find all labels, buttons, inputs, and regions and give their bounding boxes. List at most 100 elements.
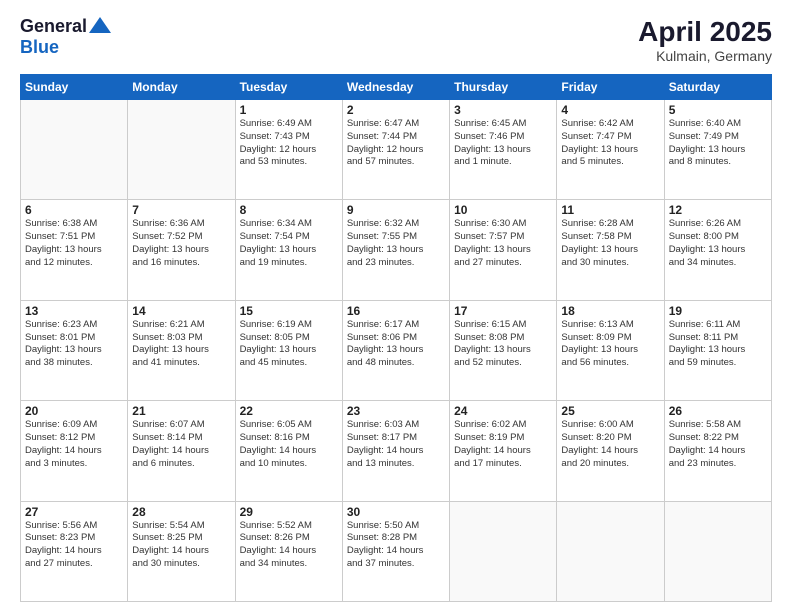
day-number: 24 — [454, 404, 552, 418]
day-detail: Sunrise: 5:58 AMSunset: 8:22 PMDaylight:… — [669, 419, 767, 470]
page: General Blue April 2025 Kulmain, Germany… — [0, 0, 792, 612]
logo: General Blue — [20, 16, 111, 58]
day-detail: Sunrise: 6:32 AMSunset: 7:55 PMDaylight:… — [347, 218, 445, 269]
day-detail: Sunrise: 6:23 AMSunset: 8:01 PMDaylight:… — [25, 319, 123, 370]
day-number: 12 — [669, 203, 767, 217]
calendar-cell: 1Sunrise: 6:49 AMSunset: 7:43 PMDaylight… — [235, 100, 342, 200]
day-number: 15 — [240, 304, 338, 318]
day-number: 28 — [132, 505, 230, 519]
day-number: 4 — [561, 103, 659, 117]
calendar-cell: 16Sunrise: 6:17 AMSunset: 8:06 PMDayligh… — [342, 300, 449, 400]
calendar-header-row: SundayMondayTuesdayWednesdayThursdayFrid… — [21, 75, 772, 100]
logo-text: General — [20, 16, 111, 37]
calendar-cell: 25Sunrise: 6:00 AMSunset: 8:20 PMDayligh… — [557, 401, 664, 501]
calendar-cell: 3Sunrise: 6:45 AMSunset: 7:46 PMDaylight… — [450, 100, 557, 200]
day-detail: Sunrise: 6:49 AMSunset: 7:43 PMDaylight:… — [240, 118, 338, 169]
day-detail: Sunrise: 6:00 AMSunset: 8:20 PMDaylight:… — [561, 419, 659, 470]
day-detail: Sunrise: 6:30 AMSunset: 7:57 PMDaylight:… — [454, 218, 552, 269]
day-number: 26 — [669, 404, 767, 418]
calendar-row-0: 1Sunrise: 6:49 AMSunset: 7:43 PMDaylight… — [21, 100, 772, 200]
calendar-cell — [664, 501, 771, 601]
calendar-cell — [557, 501, 664, 601]
day-detail: Sunrise: 6:15 AMSunset: 8:08 PMDaylight:… — [454, 319, 552, 370]
day-detail: Sunrise: 6:07 AMSunset: 8:14 PMDaylight:… — [132, 419, 230, 470]
calendar-cell: 22Sunrise: 6:05 AMSunset: 8:16 PMDayligh… — [235, 401, 342, 501]
calendar-cell — [21, 100, 128, 200]
title-location: Kulmain, Germany — [638, 48, 772, 64]
day-detail: Sunrise: 6:45 AMSunset: 7:46 PMDaylight:… — [454, 118, 552, 169]
calendar-cell — [450, 501, 557, 601]
day-detail: Sunrise: 6:11 AMSunset: 8:11 PMDaylight:… — [669, 319, 767, 370]
day-detail: Sunrise: 5:56 AMSunset: 8:23 PMDaylight:… — [25, 520, 123, 571]
day-number: 18 — [561, 304, 659, 318]
day-number: 20 — [25, 404, 123, 418]
calendar-cell: 10Sunrise: 6:30 AMSunset: 7:57 PMDayligh… — [450, 200, 557, 300]
day-detail: Sunrise: 6:03 AMSunset: 8:17 PMDaylight:… — [347, 419, 445, 470]
day-number: 13 — [25, 304, 123, 318]
calendar-row-2: 13Sunrise: 6:23 AMSunset: 8:01 PMDayligh… — [21, 300, 772, 400]
calendar-cell: 9Sunrise: 6:32 AMSunset: 7:55 PMDaylight… — [342, 200, 449, 300]
calendar-cell: 23Sunrise: 6:03 AMSunset: 8:17 PMDayligh… — [342, 401, 449, 501]
day-number: 21 — [132, 404, 230, 418]
day-detail: Sunrise: 6:34 AMSunset: 7:54 PMDaylight:… — [240, 218, 338, 269]
calendar-cell: 28Sunrise: 5:54 AMSunset: 8:25 PMDayligh… — [128, 501, 235, 601]
day-number: 6 — [25, 203, 123, 217]
title-block: April 2025 Kulmain, Germany — [638, 16, 772, 64]
calendar-header-saturday: Saturday — [664, 75, 771, 100]
day-detail: Sunrise: 6:42 AMSunset: 7:47 PMDaylight:… — [561, 118, 659, 169]
calendar-cell: 5Sunrise: 6:40 AMSunset: 7:49 PMDaylight… — [664, 100, 771, 200]
calendar-cell: 17Sunrise: 6:15 AMSunset: 8:08 PMDayligh… — [450, 300, 557, 400]
day-number: 8 — [240, 203, 338, 217]
calendar-header-wednesday: Wednesday — [342, 75, 449, 100]
calendar-header-sunday: Sunday — [21, 75, 128, 100]
day-detail: Sunrise: 6:28 AMSunset: 7:58 PMDaylight:… — [561, 218, 659, 269]
day-detail: Sunrise: 6:47 AMSunset: 7:44 PMDaylight:… — [347, 118, 445, 169]
calendar-cell: 18Sunrise: 6:13 AMSunset: 8:09 PMDayligh… — [557, 300, 664, 400]
calendar-cell: 8Sunrise: 6:34 AMSunset: 7:54 PMDaylight… — [235, 200, 342, 300]
calendar-row-3: 20Sunrise: 6:09 AMSunset: 8:12 PMDayligh… — [21, 401, 772, 501]
day-detail: Sunrise: 6:02 AMSunset: 8:19 PMDaylight:… — [454, 419, 552, 470]
day-number: 1 — [240, 103, 338, 117]
day-detail: Sunrise: 6:40 AMSunset: 7:49 PMDaylight:… — [669, 118, 767, 169]
day-number: 2 — [347, 103, 445, 117]
day-number: 3 — [454, 103, 552, 117]
day-detail: Sunrise: 6:26 AMSunset: 8:00 PMDaylight:… — [669, 218, 767, 269]
calendar-cell: 24Sunrise: 6:02 AMSunset: 8:19 PMDayligh… — [450, 401, 557, 501]
day-number: 22 — [240, 404, 338, 418]
day-detail: Sunrise: 6:17 AMSunset: 8:06 PMDaylight:… — [347, 319, 445, 370]
day-detail: Sunrise: 6:09 AMSunset: 8:12 PMDaylight:… — [25, 419, 123, 470]
calendar-cell: 14Sunrise: 6:21 AMSunset: 8:03 PMDayligh… — [128, 300, 235, 400]
calendar-cell: 4Sunrise: 6:42 AMSunset: 7:47 PMDaylight… — [557, 100, 664, 200]
title-month: April 2025 — [638, 16, 772, 48]
day-number: 5 — [669, 103, 767, 117]
calendar-cell: 6Sunrise: 6:38 AMSunset: 7:51 PMDaylight… — [21, 200, 128, 300]
calendar-cell: 27Sunrise: 5:56 AMSunset: 8:23 PMDayligh… — [21, 501, 128, 601]
calendar-header-friday: Friday — [557, 75, 664, 100]
calendar-cell: 12Sunrise: 6:26 AMSunset: 8:00 PMDayligh… — [664, 200, 771, 300]
day-number: 23 — [347, 404, 445, 418]
calendar-header-thursday: Thursday — [450, 75, 557, 100]
day-detail: Sunrise: 5:52 AMSunset: 8:26 PMDaylight:… — [240, 520, 338, 571]
calendar-cell: 15Sunrise: 6:19 AMSunset: 8:05 PMDayligh… — [235, 300, 342, 400]
day-number: 7 — [132, 203, 230, 217]
calendar-cell: 30Sunrise: 5:50 AMSunset: 8:28 PMDayligh… — [342, 501, 449, 601]
day-number: 30 — [347, 505, 445, 519]
day-number: 10 — [454, 203, 552, 217]
logo-blue-text: Blue — [20, 37, 59, 58]
day-detail: Sunrise: 5:50 AMSunset: 8:28 PMDaylight:… — [347, 520, 445, 571]
calendar-table: SundayMondayTuesdayWednesdayThursdayFrid… — [20, 74, 772, 602]
calendar-cell: 21Sunrise: 6:07 AMSunset: 8:14 PMDayligh… — [128, 401, 235, 501]
day-number: 29 — [240, 505, 338, 519]
calendar-cell: 7Sunrise: 6:36 AMSunset: 7:52 PMDaylight… — [128, 200, 235, 300]
header: General Blue April 2025 Kulmain, Germany — [20, 16, 772, 64]
calendar-header-tuesday: Tuesday — [235, 75, 342, 100]
day-number: 14 — [132, 304, 230, 318]
day-number: 17 — [454, 304, 552, 318]
day-detail: Sunrise: 6:05 AMSunset: 8:16 PMDaylight:… — [240, 419, 338, 470]
calendar-row-1: 6Sunrise: 6:38 AMSunset: 7:51 PMDaylight… — [21, 200, 772, 300]
day-detail: Sunrise: 6:38 AMSunset: 7:51 PMDaylight:… — [25, 218, 123, 269]
day-detail: Sunrise: 6:13 AMSunset: 8:09 PMDaylight:… — [561, 319, 659, 370]
calendar-cell: 11Sunrise: 6:28 AMSunset: 7:58 PMDayligh… — [557, 200, 664, 300]
calendar-header-monday: Monday — [128, 75, 235, 100]
day-number: 16 — [347, 304, 445, 318]
